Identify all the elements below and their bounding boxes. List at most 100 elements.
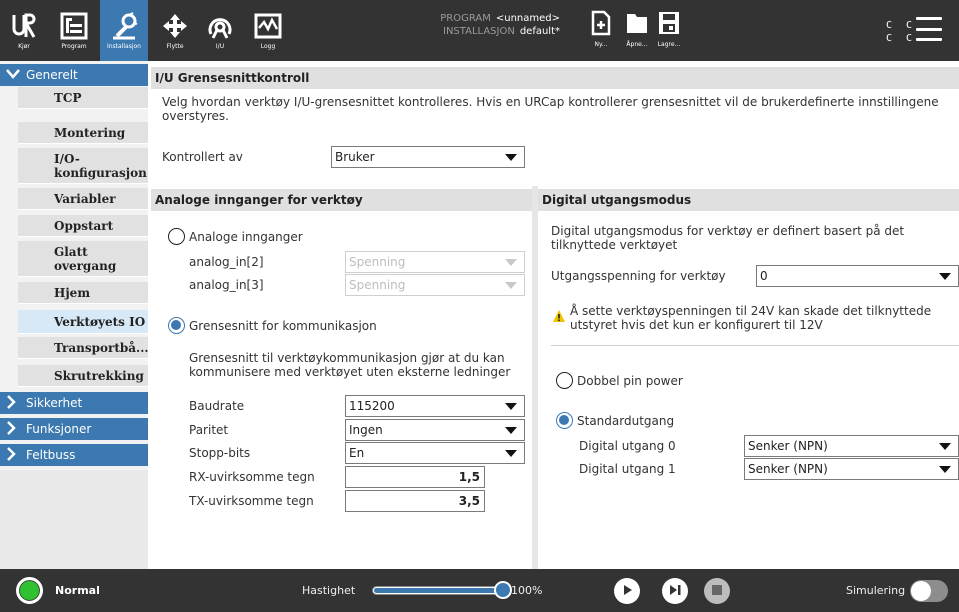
tx-idle-field[interactable]: 3,5 <box>345 490 485 512</box>
digital-out0-dropdown[interactable]: Senker (NPN) <box>744 435 959 457</box>
speed-slider[interactable] <box>372 586 504 595</box>
sidebar-group-label: Sikkerhet <box>26 396 83 410</box>
speed-slider-handle[interactable] <box>494 581 512 599</box>
tx-idle-label: TX-uvirksomme tegn <box>189 494 314 508</box>
dropdown-arrow-icon <box>505 427 517 434</box>
sidebar-item-montering[interactable]: Montering <box>18 122 148 144</box>
program-info: PROGRAM <unnamed> INSTALLASJON default* <box>400 12 560 38</box>
dropdown-arrow-icon <box>939 466 951 473</box>
ur-logo-icon <box>9 11 39 41</box>
nav-installation-button[interactable]: Installasjon <box>100 0 148 61</box>
sidebar-group-generelt[interactable]: Generelt <box>0 64 148 86</box>
dropdown-arrow-icon <box>505 403 517 410</box>
communication-interface-label: Grensesnitt for kommunikasjon <box>189 319 377 333</box>
main-panel: I/U Grensesnittkontroll Velg hvordan ver… <box>151 61 959 569</box>
chevron-right-icon <box>6 446 20 464</box>
play-button[interactable] <box>614 578 640 604</box>
sidebar-item-skrutrekking[interactable]: Skrutrekking <box>18 365 148 387</box>
sidebar-empty-area <box>0 470 148 569</box>
sidebar-item-hjem[interactable]: Hjem <box>18 282 148 304</box>
communication-interface-radio[interactable] <box>168 317 185 334</box>
chevron-down-icon <box>6 68 20 82</box>
controlled-by-dropdown[interactable]: Bruker <box>331 146 525 168</box>
baudrate-value: 115200 <box>349 399 395 413</box>
log-button[interactable]: Logg <box>248 0 288 61</box>
sidebar-item-conveyor[interactable]: Transportbå... <box>18 337 149 359</box>
installation-icon <box>109 11 139 41</box>
parity-value: Ingen <box>349 423 383 437</box>
robot-status-icon[interactable] <box>16 577 43 604</box>
speed-value: 100% <box>511 584 543 597</box>
dual-pin-power-radio[interactable] <box>556 372 573 389</box>
stop-icon <box>712 584 722 598</box>
dropdown-arrow-icon <box>939 443 951 450</box>
digital-out1-label: Digital utgang 1 <box>579 462 676 476</box>
robot-status-label: Normal <box>55 584 100 597</box>
dropdown-arrow-icon <box>505 450 517 457</box>
log-icon <box>253 11 283 41</box>
installation-key: INSTALLASJON <box>443 26 515 37</box>
voltage-warning-text: Å sette verktøyspenningen til 24V kan sk… <box>570 304 932 332</box>
analog-in3-dropdown[interactable]: Spenning <box>345 274 525 296</box>
installation-name: default* <box>519 26 560 37</box>
io-icon <box>205 11 235 41</box>
stop-button[interactable] <box>704 578 730 604</box>
control-indicator: C C C C <box>886 19 916 45</box>
sidebar-group-funksjoner[interactable]: Funksjoner <box>0 418 148 440</box>
save-icon <box>657 10 681 39</box>
sidebar-item-label: Montering <box>54 125 126 140</box>
sidebar-group-feltbuss[interactable]: Feltbuss <box>0 444 148 466</box>
nav-program-label: Program <box>61 43 87 50</box>
nav-program-button[interactable]: Program <box>48 0 100 61</box>
analog-in2-dropdown[interactable]: Spenning <box>345 251 525 273</box>
step-button[interactable] <box>662 578 688 604</box>
standard-output-radio[interactable] <box>556 412 573 429</box>
digital-out0-value: Senker (NPN) <box>748 439 828 453</box>
sidebar-item-glatt-overgang[interactable]: Glatt overgang <box>18 241 148 277</box>
tool-voltage-label: Utgangsspenning for verktøy <box>551 269 726 283</box>
open-label: Åpne... <box>626 41 648 48</box>
simulation-label: Simulering <box>846 584 906 597</box>
dropdown-arrow-icon <box>939 273 951 280</box>
new-button[interactable]: Ny... <box>582 10 620 54</box>
program-name: <unnamed> <box>495 13 560 24</box>
sidebar-item-tool-io[interactable]: Verktøyets IO <box>18 310 148 334</box>
sidebar-item-variabler[interactable]: Variabler <box>18 188 148 210</box>
tool-voltage-value: 0 <box>760 269 768 283</box>
sidebar-item-oppstart[interactable]: Oppstart <box>18 215 148 237</box>
dropdown-arrow-icon <box>505 259 517 266</box>
parity-dropdown[interactable]: Ingen <box>345 419 525 441</box>
dropdown-arrow-icon <box>505 154 517 161</box>
digital-out1-dropdown[interactable]: Senker (NPN) <box>744 458 959 480</box>
baudrate-dropdown[interactable]: 115200 <box>345 395 525 417</box>
sidebar-group-label: Feltbuss <box>26 448 76 462</box>
move-button[interactable]: Flytte <box>155 0 195 61</box>
sidebar-group-sikkerhet[interactable]: Sikkerhet <box>0 392 148 414</box>
simulation-toggle[interactable] <box>910 580 948 602</box>
sidebar-item-io-config[interactable]: I/O- konfigurasjon <box>18 148 148 184</box>
play-icon <box>621 584 633 599</box>
control-indicator-row2: C C <box>886 33 917 44</box>
sidebar-item-label: Verktøyets IO <box>54 314 146 329</box>
communication-description: Grensesnitt til verktøykommunikasjon gjø… <box>189 351 511 379</box>
sidebar-item-label: Skrutrekking <box>54 368 144 383</box>
save-button[interactable]: Lagre... <box>650 10 688 54</box>
io-button[interactable]: I/U <box>200 0 240 61</box>
stopbits-dropdown[interactable]: En <box>345 442 525 464</box>
nav-run-button[interactable]: Kjør <box>0 0 48 61</box>
sidebar-group-label: Generelt <box>26 68 78 82</box>
speed-slider-fill <box>374 588 502 593</box>
hamburger-menu-icon[interactable] <box>916 17 942 41</box>
sidebar-item-label: Oppstart <box>54 218 114 233</box>
sidebar-item-label: TCP <box>54 90 82 105</box>
rx-idle-field[interactable]: 1,5 <box>345 466 485 488</box>
bottom-bar: Normal Hastighet 100% Simulering <box>0 569 959 612</box>
sidebar-item-tcp[interactable]: TCP <box>18 87 148 109</box>
analog-inputs-radio[interactable] <box>168 228 185 245</box>
move-label: Flytte <box>166 43 184 50</box>
standard-output-label: Standardutgang <box>577 414 675 428</box>
stopbits-label: Stopp-bits <box>189 446 251 460</box>
column-divider <box>532 186 538 569</box>
tool-voltage-dropdown[interactable]: 0 <box>756 265 959 287</box>
controlled-by-value: Bruker <box>335 150 375 164</box>
